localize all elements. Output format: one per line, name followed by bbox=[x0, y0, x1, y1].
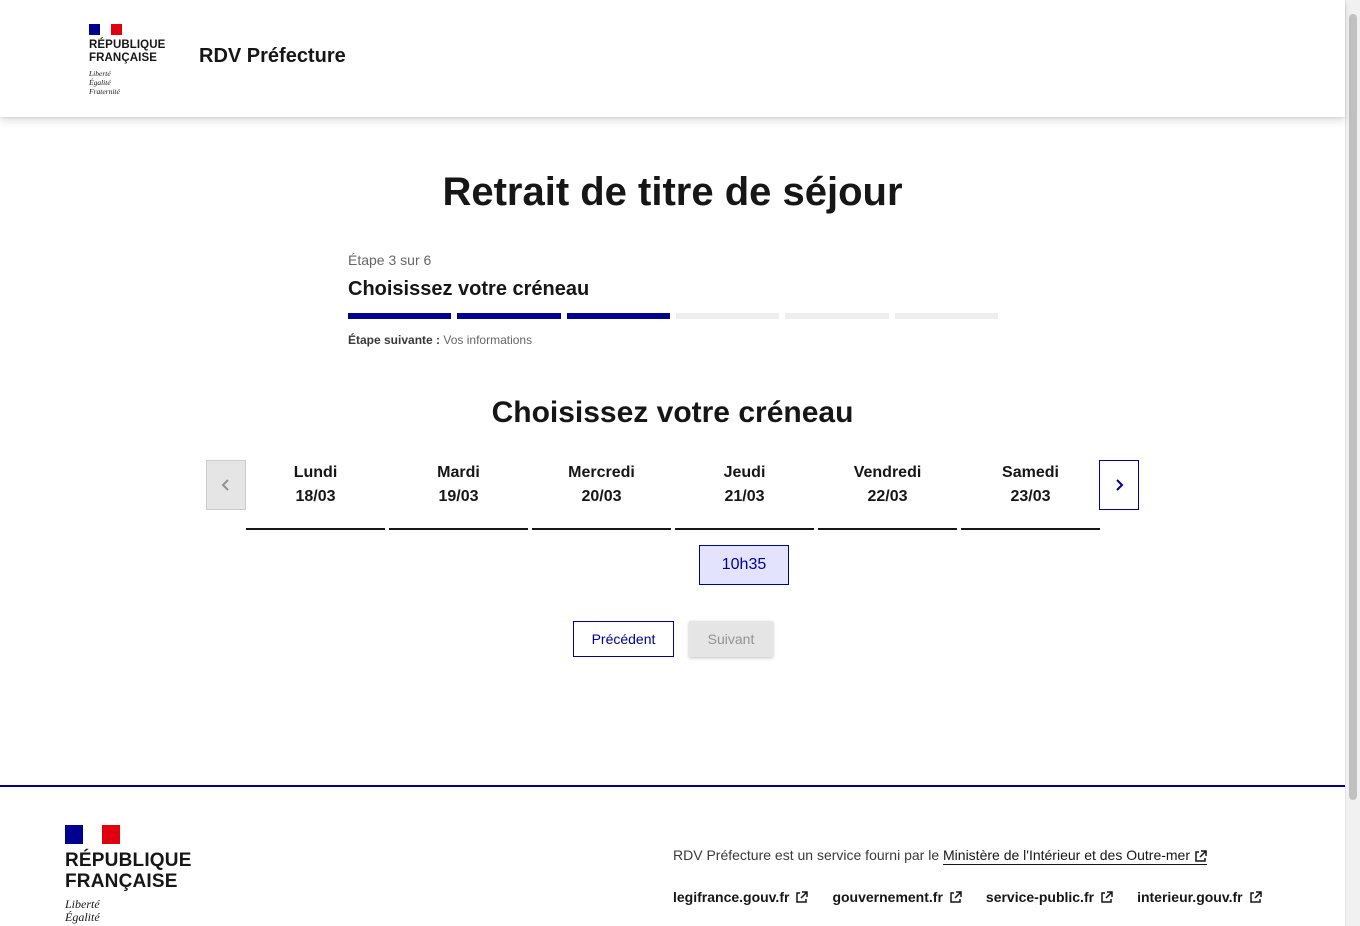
footer-logo-text: RÉPUBLIQUE FRANÇAISE bbox=[65, 850, 192, 892]
footer-links: legifrance.gouv.fr gouvernement.fr service… bbox=[673, 889, 1262, 905]
logo-line1: RÉPUBLIQUE bbox=[89, 39, 166, 51]
step-title: Choisissez votre créneau bbox=[348, 278, 590, 300]
external-link-icon bbox=[950, 890, 962, 903]
external-link-icon bbox=[796, 890, 809, 903]
step-bar bbox=[675, 313, 780, 319]
next-button[interactable]: Suivant bbox=[689, 621, 773, 657]
step-next-value: Vos informations bbox=[443, 333, 533, 347]
step-next: Étape suivante : Vos informations bbox=[348, 333, 998, 347]
scrollbar-thumb[interactable] bbox=[1349, 14, 1357, 800]
header: RÉPUBLIQUE FRANÇAISE Liberté Égalité Fra… bbox=[0, 0, 1345, 117]
footer-link[interactable]: interieur.gouv.fr bbox=[1137, 889, 1262, 905]
step-bar bbox=[785, 313, 889, 319]
footer: RÉPUBLIQUE FRANÇAISE Liberté Égalité RDV… bbox=[0, 785, 1345, 926]
footer-description-text: RDV Préfecture est un service fourni par… bbox=[673, 847, 940, 863]
day-column: Samedi 23/03 bbox=[961, 460, 1100, 530]
footer-link-label: interieur.gouv.fr bbox=[1137, 889, 1243, 905]
external-link-icon bbox=[1195, 850, 1207, 862]
day-column: Vendredi 22/03 bbox=[818, 460, 957, 530]
chevron-right-icon bbox=[1116, 479, 1124, 491]
motto-line: Égalité bbox=[89, 78, 111, 87]
step-bar bbox=[566, 313, 670, 319]
footer-link[interactable]: service-public.fr bbox=[986, 889, 1113, 905]
day-name: Jeudi bbox=[723, 464, 766, 481]
french-flag-icon bbox=[65, 825, 120, 844]
page-title: Retrait de titre de séjour bbox=[442, 170, 903, 214]
service-title[interactable]: RDV Préfecture bbox=[199, 45, 346, 68]
day-name: Mercredi bbox=[568, 464, 635, 481]
day-date: 20/03 bbox=[581, 488, 622, 505]
external-link-icon bbox=[1249, 890, 1262, 903]
footer-motto: Liberté Égalité bbox=[65, 898, 192, 924]
time-slot-button[interactable]: 10h35 bbox=[699, 545, 789, 585]
day-date: 18/03 bbox=[295, 488, 336, 505]
day-date: 22/03 bbox=[867, 488, 908, 505]
chevron-left-icon bbox=[221, 479, 229, 491]
footer-link-label: gouvernement.fr bbox=[832, 889, 943, 905]
day-column: Jeudi 21/03 bbox=[675, 460, 814, 530]
footer-link-label: legifrance.gouv.fr bbox=[673, 889, 790, 905]
day-list: Lundi 18/03 Mardi 19/03 Mercredi 20/03 Jeudi 21… bbox=[246, 460, 1100, 530]
logo-text: RÉPUBLIQUE FRANÇAISE bbox=[89, 39, 165, 65]
day-date: 19/03 bbox=[438, 488, 479, 505]
step-bar bbox=[894, 313, 998, 319]
scrollbar[interactable] bbox=[1345, 0, 1360, 926]
day-name: Lundi bbox=[293, 464, 338, 481]
day-name: Vendredi bbox=[853, 464, 922, 481]
day-name: Mardi bbox=[437, 464, 480, 481]
day-column: Mardi 19/03 bbox=[389, 460, 528, 530]
ministry-link-label: Ministère de l'Intérieur et des Outre-me… bbox=[943, 847, 1191, 863]
motto-line: Fraternité bbox=[89, 87, 120, 96]
step-progress bbox=[348, 313, 998, 319]
day-name: Samedi bbox=[1002, 464, 1059, 481]
motto-line: Liberté bbox=[89, 69, 111, 78]
footer-logo-line1: RÉPUBLIQUE bbox=[65, 850, 192, 871]
day-column: Mercredi 20/03 bbox=[532, 460, 671, 530]
step-bar bbox=[348, 313, 452, 319]
logo-line2: FRANÇAISE bbox=[89, 52, 157, 64]
previous-button[interactable]: Précédent bbox=[573, 621, 674, 657]
next-week-button[interactable] bbox=[1099, 460, 1139, 510]
footer-description: RDV Préfecture est un service fourni par… bbox=[673, 847, 1207, 865]
step-state: Étape 3 sur 6 bbox=[348, 252, 432, 268]
motto: Liberté Égalité Fraternité bbox=[89, 69, 165, 96]
footer-link-label: service-public.fr bbox=[985, 889, 1095, 905]
french-flag-icon bbox=[89, 24, 122, 35]
day-column: Lundi 18/03 bbox=[246, 460, 385, 530]
day-date: 21/03 bbox=[724, 488, 765, 505]
footer-logo-line2: FRANÇAISE bbox=[65, 871, 178, 892]
previous-week-button[interactable] bbox=[206, 460, 246, 510]
footer-logo[interactable]: RÉPUBLIQUE FRANÇAISE Liberté Égalité bbox=[65, 825, 192, 924]
section-title: Choisissez votre créneau bbox=[491, 396, 854, 429]
footer-link[interactable]: gouvernement.fr bbox=[832, 889, 962, 905]
external-link-icon bbox=[1101, 890, 1113, 903]
stepper: Étape 3 sur 6 Choisissez votre créneau É… bbox=[348, 252, 998, 347]
footer-link[interactable]: legifrance.gouv.fr bbox=[673, 889, 809, 905]
day-date: 23/03 bbox=[1010, 488, 1051, 505]
footer-motto-line: Égalité bbox=[65, 910, 100, 924]
step-bar bbox=[457, 313, 561, 319]
republique-logo[interactable]: RÉPUBLIQUE FRANÇAISE Liberté Égalité Fra… bbox=[89, 24, 165, 96]
step-next-label: Étape suivante : bbox=[348, 333, 441, 347]
ministry-link[interactable]: Ministère de l'Intérieur et des Outre-me… bbox=[943, 847, 1207, 865]
